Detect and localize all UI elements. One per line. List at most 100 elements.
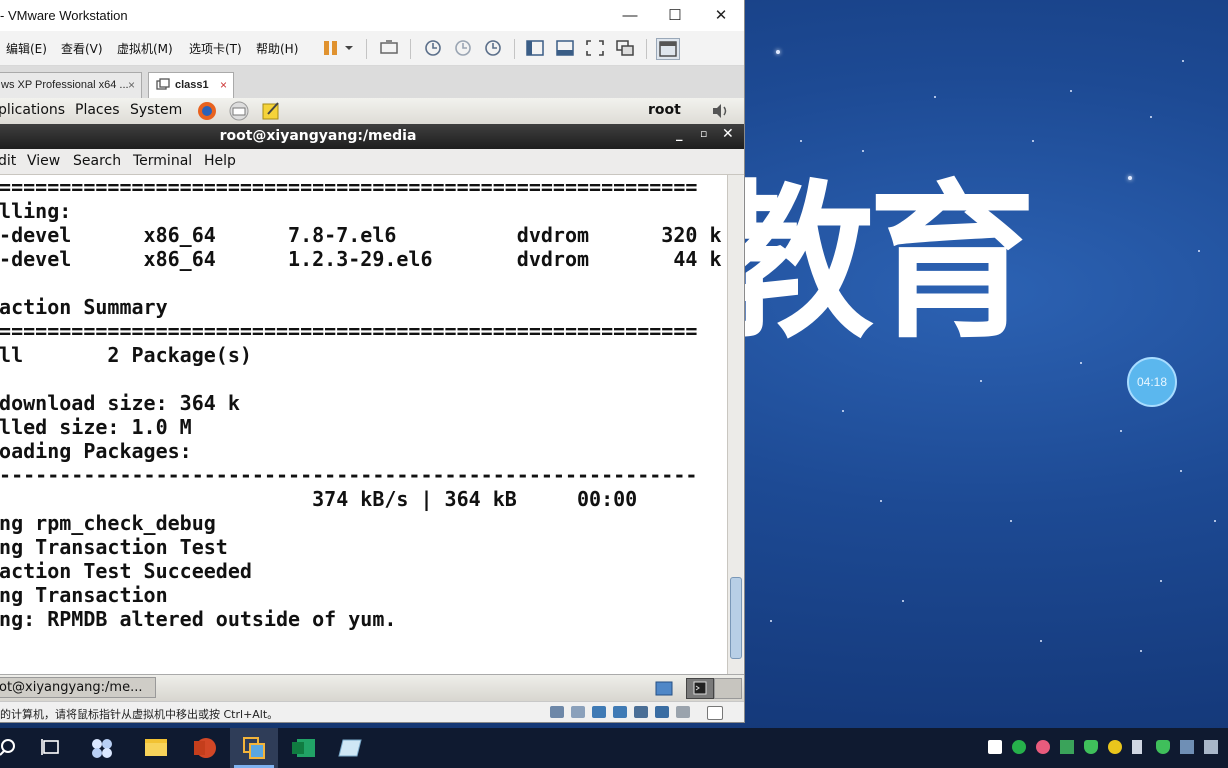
mail-icon[interactable] (228, 100, 250, 122)
usb-drive-icon[interactable] (1132, 740, 1142, 754)
star (1080, 362, 1082, 364)
task-view-icon[interactable] (28, 728, 76, 768)
tray-plus-icon[interactable] (1108, 740, 1122, 754)
star (1040, 640, 1042, 642)
panel-menu-applications[interactable]: plications (0, 102, 65, 118)
star (1160, 580, 1162, 582)
terminal-output[interactable]: ========================================… (0, 175, 727, 674)
terminal-menu-view[interactable]: View (27, 153, 60, 169)
vm-icon (156, 78, 170, 90)
terminal-menu-edit[interactable]: dit (0, 153, 16, 169)
tab-close-icon[interactable]: × (220, 73, 227, 97)
star (770, 620, 772, 622)
firefox-icon[interactable] (196, 100, 218, 122)
tray-display-icon[interactable] (1204, 740, 1218, 754)
terminal-menu-terminal[interactable]: Terminal (133, 153, 192, 169)
terminal-titlebar[interactable]: root@xiyangyang:/media _ ▫ ✕ (0, 124, 744, 149)
close-button[interactable]: ✕ (698, 0, 744, 31)
network-2-icon[interactable] (613, 706, 627, 718)
usb-icon[interactable] (634, 706, 648, 718)
panel-user[interactable]: root (648, 102, 681, 118)
sound-icon[interactable] (655, 706, 669, 718)
terminal-menu-help[interactable]: Help (204, 153, 236, 169)
guest-taskbar-terminal[interactable]: ot@xiyangyang:/me... (0, 677, 156, 698)
terminal-maximize-icon[interactable]: ▫ (700, 127, 707, 140)
vmware-titlebar[interactable]: - VMware Workstation — ☐ ✕ (0, 0, 744, 31)
star (842, 410, 844, 412)
scrollbar-thumb[interactable] (730, 577, 742, 659)
tray-grid-icon[interactable] (988, 740, 1002, 754)
star (1140, 650, 1142, 652)
revert-snapshot-icon[interactable] (452, 38, 474, 58)
panel-menu-places[interactable]: Places (75, 102, 120, 118)
menu-view[interactable]: 查看(V) (61, 40, 103, 57)
tab-class1[interactable]: class1 × (148, 72, 234, 99)
cd-rom-icon[interactable] (571, 706, 585, 718)
star (1214, 520, 1216, 522)
app-flower-icon[interactable] (78, 728, 126, 768)
workspace-1[interactable] (686, 678, 714, 699)
toolbar-divider (514, 39, 515, 59)
workspace-icon[interactable] (654, 678, 674, 698)
vmware-taskbar-icon[interactable] (230, 728, 278, 768)
star (776, 50, 780, 54)
wechat-icon[interactable] (1012, 740, 1026, 754)
snapshot-manager-icon[interactable] (482, 38, 504, 58)
menu-help[interactable]: 帮助(H) (256, 40, 298, 57)
sidebar-toggle-icon[interactable] (524, 38, 546, 58)
star (880, 500, 882, 502)
terminal-scrollbar[interactable] (727, 175, 743, 674)
workspace-2[interactable] (714, 678, 742, 699)
notes-app-icon[interactable] (328, 728, 376, 768)
star (1180, 470, 1182, 472)
star (934, 96, 936, 98)
console-view-icon[interactable] (656, 38, 680, 60)
pause-icon[interactable] (320, 38, 342, 58)
notes-icon[interactable] (260, 100, 282, 122)
hard-disk-icon[interactable] (550, 706, 564, 718)
send-ctrl-alt-del-icon[interactable] (378, 38, 400, 58)
star (1120, 430, 1122, 432)
windows-taskbar (0, 728, 1228, 768)
star (1010, 520, 1012, 522)
tray-flower-icon[interactable] (1036, 740, 1050, 754)
vm-tabbar: ws XP Professional x64 ... × class1 × (0, 66, 744, 99)
excel-icon[interactable] (280, 728, 328, 768)
terminal-menu-search[interactable]: Search (73, 153, 121, 169)
security-shield-icon[interactable] (1084, 740, 1098, 754)
minimize-button[interactable]: — (607, 0, 653, 31)
maximize-button[interactable]: ☐ (652, 0, 698, 31)
terminal-close-icon[interactable]: ✕ (722, 126, 734, 142)
terminal-icon (693, 681, 707, 695)
menu-edit[interactable]: 编辑(E) (6, 40, 47, 57)
star (1032, 140, 1034, 142)
star (862, 150, 864, 152)
terminal-minimize-icon[interactable]: _ (676, 127, 683, 142)
tab-windows-xp[interactable]: ws XP Professional x64 ... × (0, 72, 142, 98)
file-explorer-icon[interactable] (132, 728, 180, 768)
timer-widget[interactable]: 04:18 (1127, 357, 1177, 407)
snapshot-icon[interactable] (422, 38, 444, 58)
star (1128, 176, 1132, 180)
tab-close-icon[interactable]: × (128, 73, 135, 97)
terminal-menubar: dit View Search Terminal Help (0, 149, 744, 175)
display-icon[interactable] (676, 706, 690, 718)
tab-label: ws XP Professional x64 ... (1, 79, 129, 91)
network-icon[interactable] (592, 706, 606, 718)
menu-vm[interactable]: 虚拟机(M) (117, 40, 173, 57)
message-icon[interactable] (707, 706, 723, 720)
star (1070, 90, 1072, 92)
volume-icon[interactable] (710, 101, 730, 121)
network-tray-icon[interactable] (1180, 740, 1194, 754)
fullscreen-icon[interactable] (584, 38, 606, 58)
chevron-down-icon[interactable] (342, 38, 356, 58)
menu-tabs[interactable]: 选项卡(T) (189, 40, 242, 57)
tray-share-icon[interactable] (1060, 740, 1074, 754)
star (1150, 116, 1152, 118)
wallpaper-title: 教育 (706, 165, 1036, 361)
unity-icon[interactable] (614, 38, 636, 58)
defender-icon[interactable] (1156, 740, 1170, 754)
panel-menu-system[interactable]: System (130, 102, 182, 118)
powerpoint-icon[interactable] (180, 728, 228, 768)
thumbnail-bar-icon[interactable] (554, 38, 576, 58)
